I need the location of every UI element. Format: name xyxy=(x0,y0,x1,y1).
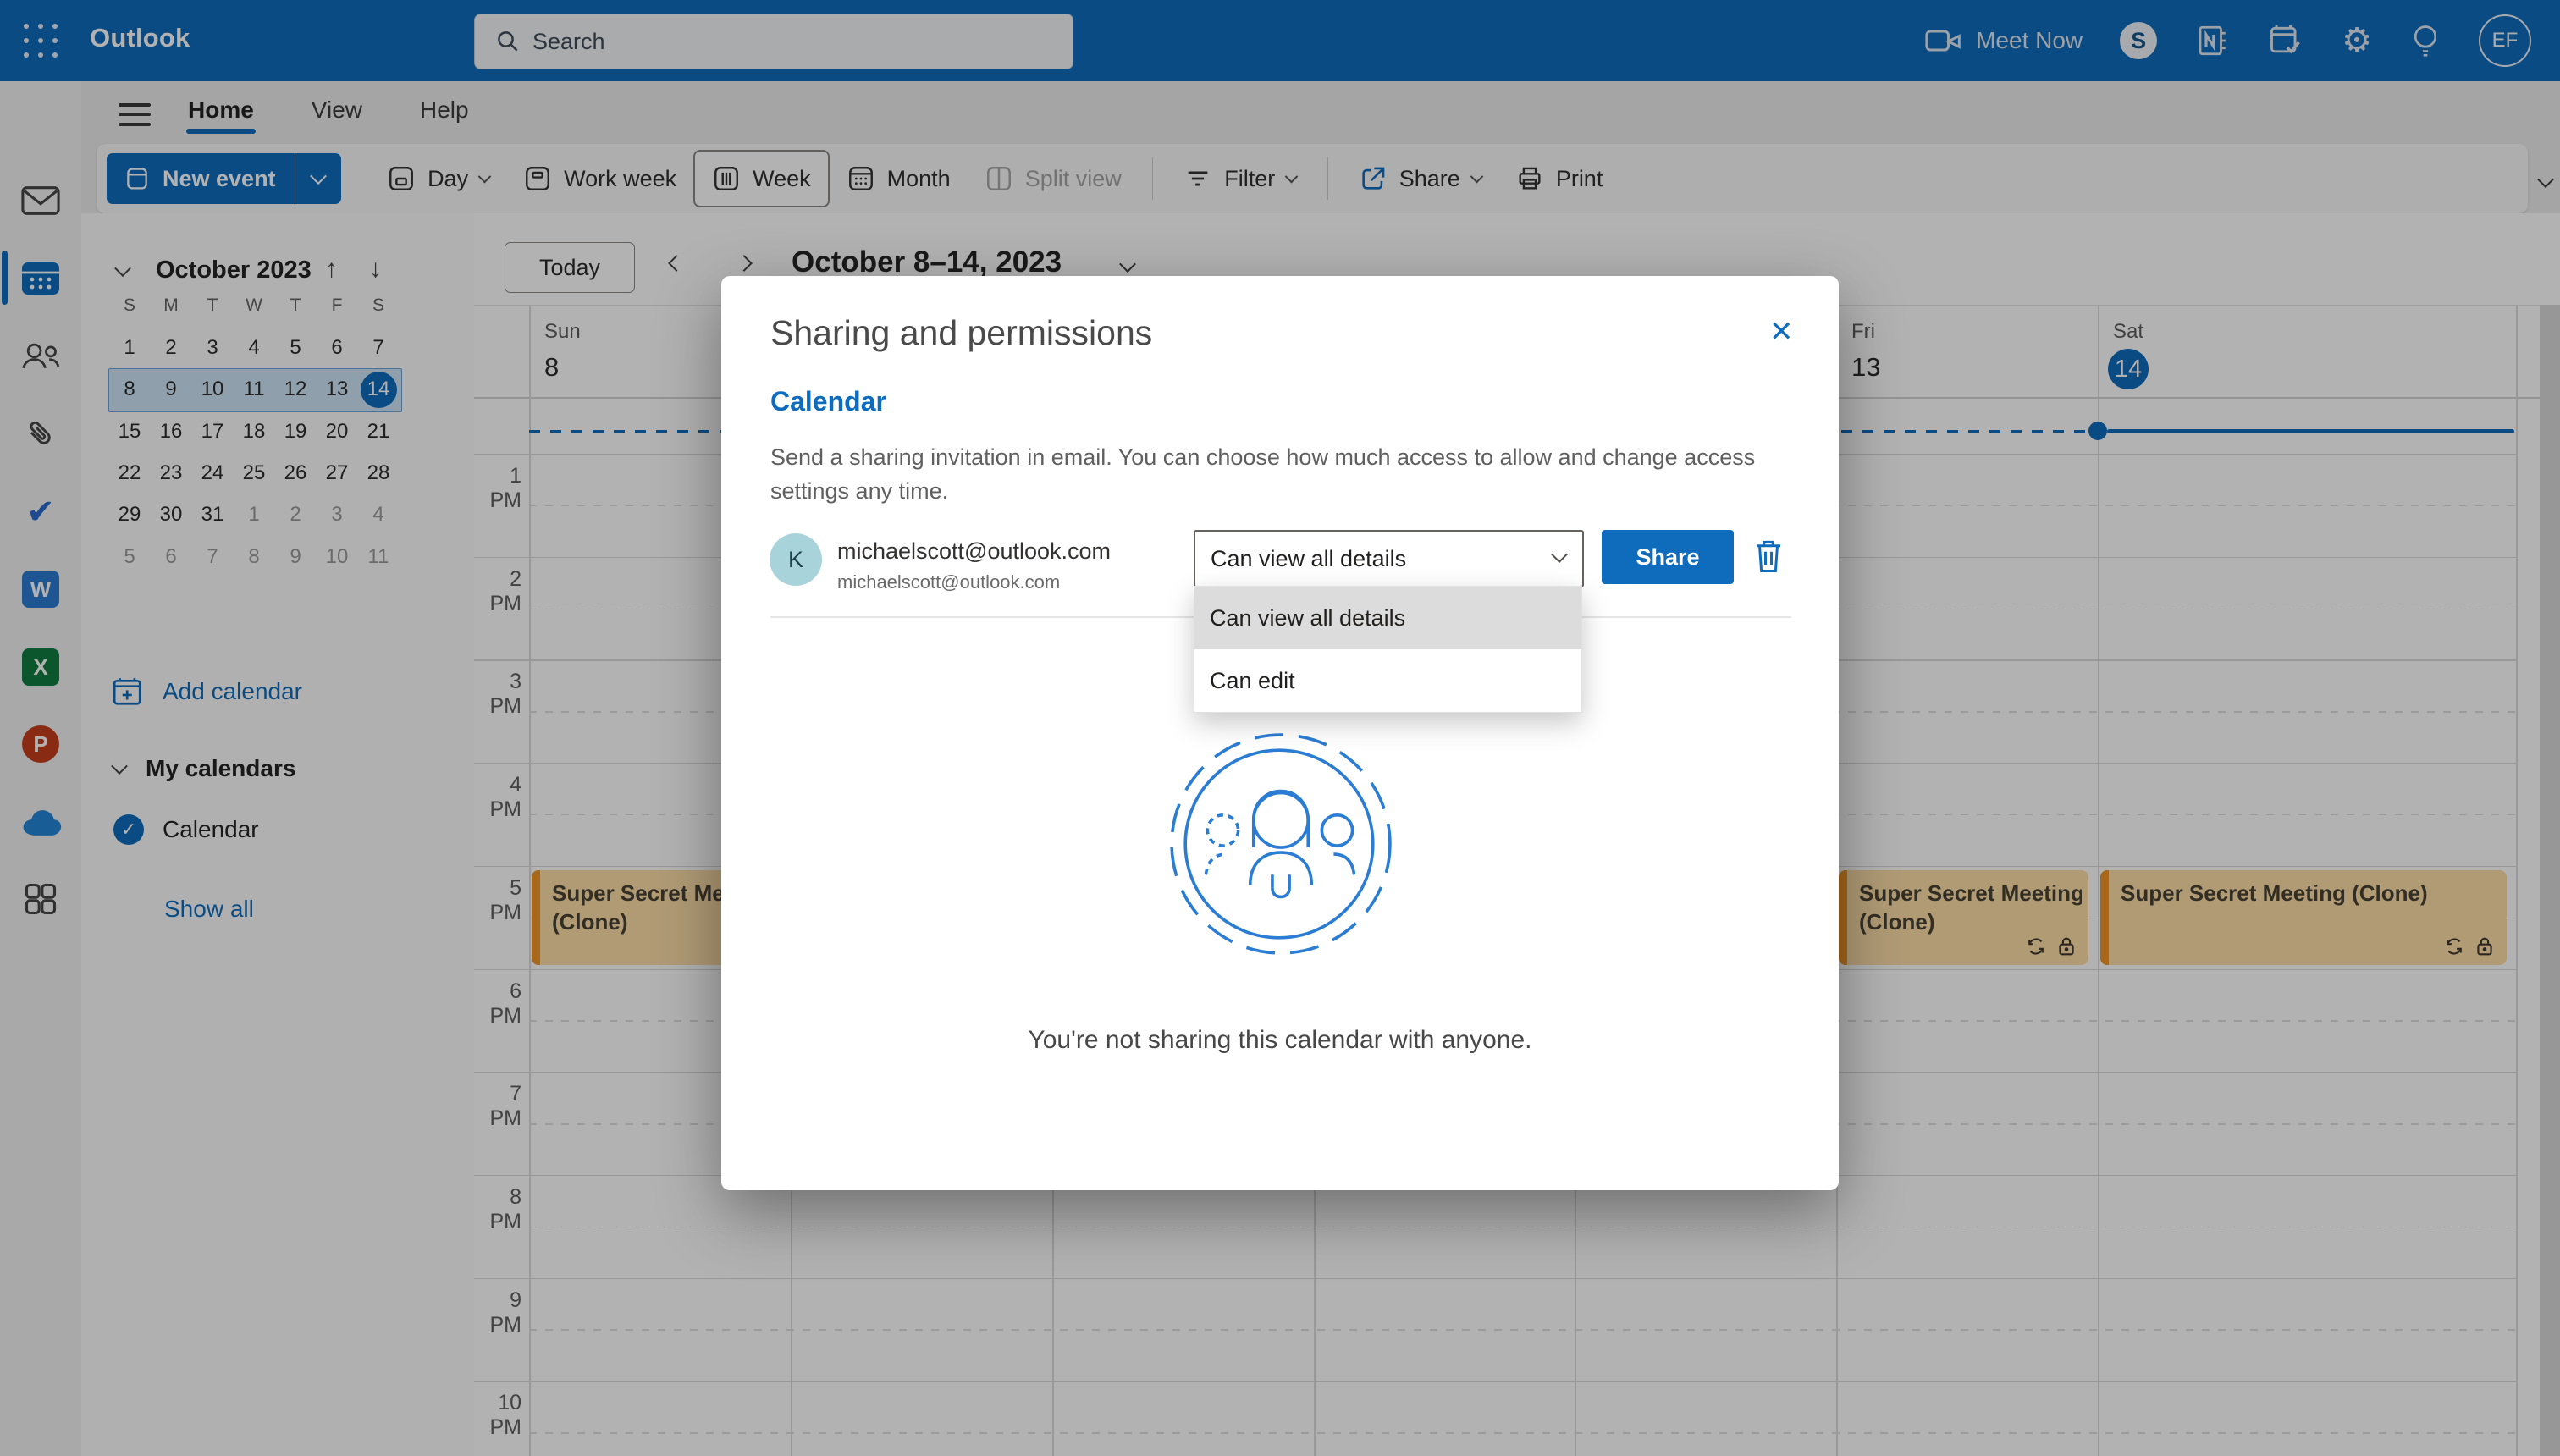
permission-dropdown-chevron-icon xyxy=(1551,545,1568,567)
permission-option[interactable]: Can edit xyxy=(1194,649,1581,712)
delete-person-trash-icon[interactable] xyxy=(1751,537,1786,576)
sharing-illustration xyxy=(1161,725,1400,963)
dialog-description: Send a sharing invitation in email. You … xyxy=(770,444,1756,504)
empty-state-text: You're not sharing this calendar with an… xyxy=(1028,1026,1532,1054)
person-primary-email: michaelscott@outlook.com xyxy=(837,538,1112,564)
share-button-label: Share xyxy=(1636,543,1700,570)
dialog-section-heading: Calendar xyxy=(770,386,886,416)
person-secondary-email: michaelscott@outlook.com xyxy=(837,571,1061,593)
permission-dropdown-menu: Can view all details Can edit xyxy=(1194,586,1582,713)
sharing-permissions-dialog: Sharing and permissions ✕ Calendar Send … xyxy=(721,276,1839,1190)
permission-dropdown[interactable]: Can view all details xyxy=(1194,530,1584,587)
person-avatar-initial: K xyxy=(787,546,803,572)
permission-dropdown-value: Can view all details xyxy=(1211,545,1407,571)
permission-option[interactable]: Can view all details xyxy=(1194,587,1581,649)
outlook-calendar-app: Outlook Search Meet Now S ⚙ EF Home View… xyxy=(0,0,2560,1456)
share-button[interactable]: Share xyxy=(1602,530,1734,584)
dialog-title: Sharing and permissions xyxy=(770,313,1153,352)
dialog-close-icon[interactable]: ✕ xyxy=(1764,310,1799,354)
person-avatar: K xyxy=(770,533,822,586)
